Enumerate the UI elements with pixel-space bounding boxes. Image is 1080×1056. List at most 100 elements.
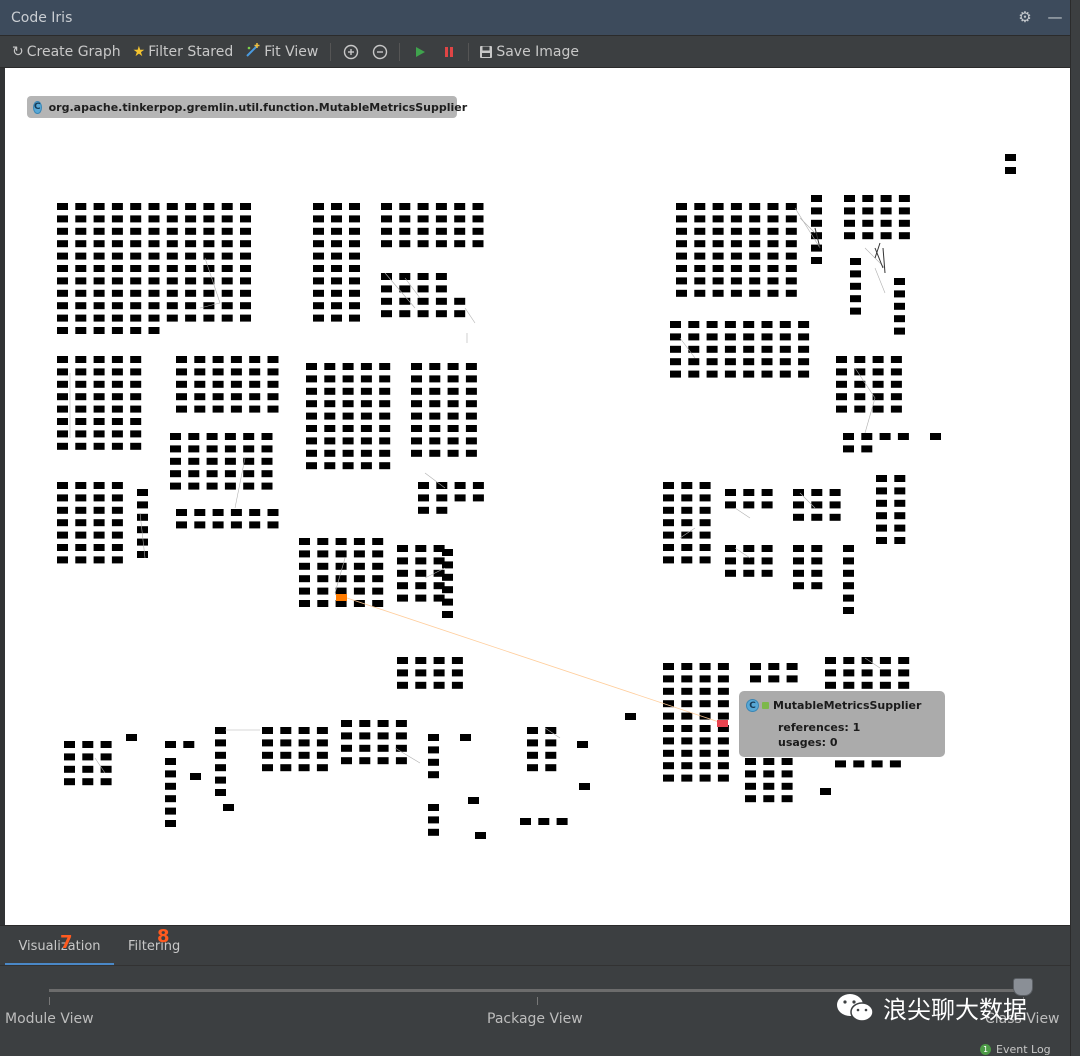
graph-node[interactable] [417,273,429,280]
graph-node[interactable] [843,681,855,689]
graph-node[interactable] [130,442,142,450]
graph-node[interactable] [353,538,365,545]
graph-node[interactable] [190,773,201,780]
graph-node[interactable] [185,215,197,223]
graph-node[interactable] [280,751,292,759]
graph-node[interactable] [894,487,906,495]
graph-node[interactable] [442,549,453,556]
graph-node[interactable] [442,561,453,569]
graph-node[interactable] [428,804,439,811]
graph-node[interactable] [111,356,123,363]
graph-node[interactable] [75,556,87,564]
graph-node[interactable] [411,412,422,420]
graph-node[interactable] [166,302,178,310]
graph-node[interactable] [527,751,538,759]
graph-node[interactable] [170,457,181,465]
graph-node[interactable] [316,764,328,772]
graph-node[interactable] [317,562,329,570]
graph-node[interactable] [876,512,887,520]
graph-node[interactable] [894,512,906,520]
graph-node[interactable] [111,380,123,388]
graph-node[interactable] [898,207,910,215]
graph-node[interactable] [381,215,392,223]
graph-node[interactable] [93,203,105,210]
graph-node[interactable] [331,265,342,272]
graph-node[interactable] [93,302,105,310]
graph-node[interactable] [188,433,200,440]
graph-node[interactable] [249,509,261,516]
graph-node[interactable] [663,687,674,695]
graph-node[interactable] [57,482,68,489]
graph-node[interactable] [194,405,206,413]
graph-node[interactable] [699,762,711,770]
graph-node[interactable] [215,751,226,759]
graph-node[interactable] [223,804,234,811]
graph-node[interactable] [843,545,854,552]
graph-node[interactable] [372,587,384,595]
graph-node[interactable] [194,356,206,363]
graph-node[interactable] [240,289,251,297]
graph-node[interactable] [820,788,831,795]
graph-node[interactable] [316,739,328,747]
graph-node[interactable] [811,501,823,509]
graph-node[interactable] [663,774,674,782]
graph-node[interactable] [148,240,160,248]
graph-node[interactable] [399,215,411,223]
graph-node[interactable] [428,828,439,836]
graph-node[interactable] [194,368,206,376]
graph-node[interactable] [111,327,123,334]
graph-node[interactable] [399,240,411,248]
graph-node[interactable] [57,368,68,376]
graph-node[interactable] [331,252,342,260]
graph-node[interactable] [428,734,439,741]
graph-node[interactable] [663,762,674,770]
graph-node[interactable] [527,727,538,734]
graph-node[interactable] [750,663,761,670]
graph-node[interactable] [681,531,693,539]
graph-node[interactable] [730,252,742,260]
graph-node[interactable] [331,289,342,297]
graph-node[interactable] [353,587,365,595]
graph-node[interactable] [836,356,847,363]
graph-node[interactable] [215,739,226,747]
graph-node[interactable] [811,207,822,215]
graph-node[interactable] [454,203,466,210]
graph-node[interactable] [625,713,636,720]
graph-node[interactable] [889,760,901,768]
graph-node[interactable] [93,356,105,363]
graph-node[interactable] [185,277,197,285]
graph-node[interactable] [699,774,711,782]
graph-node[interactable] [93,252,105,260]
graph-node[interactable] [706,345,718,353]
graph-node[interactable] [699,675,711,683]
graph-node[interactable] [798,333,810,341]
graph-node[interactable] [880,207,892,215]
graph-node[interactable] [793,569,804,577]
graph-node[interactable] [876,487,887,495]
graph-node[interactable] [331,227,342,235]
graph-node[interactable] [415,669,427,677]
graph-node[interactable] [399,310,411,318]
graph-node[interactable] [306,437,317,445]
graph-node[interactable] [93,393,105,401]
graph-node[interactable] [93,327,105,334]
graph-node[interactable] [451,669,463,677]
graph-node[interactable] [243,482,255,490]
graph-node[interactable] [694,215,706,223]
graph-node[interactable] [781,795,793,803]
graph-node[interactable] [93,368,105,376]
graph-node[interactable] [331,240,342,248]
graph-node[interactable] [240,252,251,260]
graph-node[interactable] [872,380,884,388]
graph-node[interactable] [418,482,429,489]
graph-node[interactable] [148,252,160,260]
graph-node[interactable] [379,363,391,370]
graph-node[interactable] [454,494,466,502]
graph-node[interactable] [93,289,105,297]
graph-node[interactable] [898,657,910,664]
graph-node[interactable] [579,783,590,790]
graph-node[interactable] [862,207,874,215]
graph-node[interactable] [717,737,729,745]
graph-node[interactable] [545,751,557,759]
graph-node[interactable] [335,600,347,607]
